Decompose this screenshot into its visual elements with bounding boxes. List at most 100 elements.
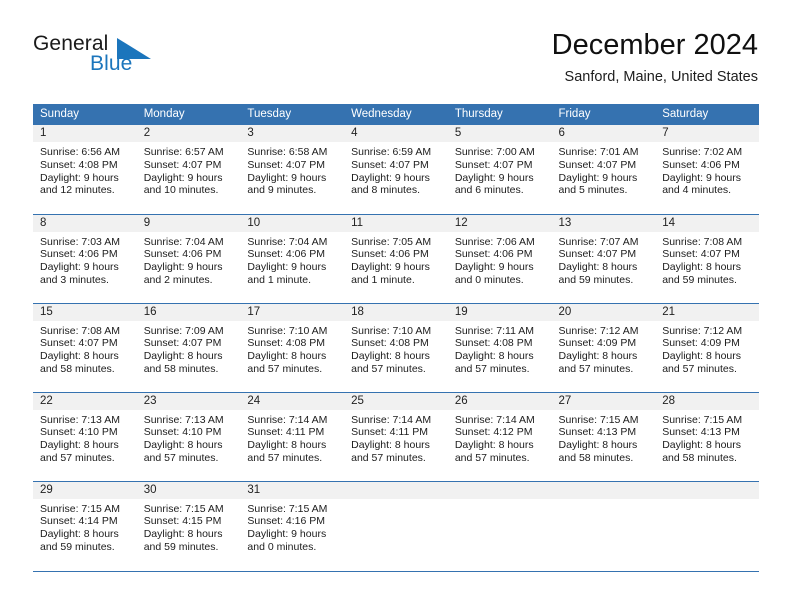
- daylight-text-line1: Daylight: 9 hours: [40, 171, 119, 184]
- day-cell[interactable]: 22 Sunrise: 7:13 AM Sunset: 4:10 PM Dayligh…: [33, 391, 137, 481]
- daylight-text-line1: Daylight: 8 hours: [143, 528, 223, 541]
- page-title: December 2024: [551, 29, 758, 61]
- day-details: Sunrise: 7:15 AM Sunset: 4:15 PM Daylight:…: [137, 499, 241, 554]
- day-cell[interactable]: 9 Sunrise: 7:04 AM Sunset: 4:06 PM Daylight…: [136, 213, 241, 303]
- day-cell[interactable]: 23 Sunrise: 7:13 AM Sunset: 4:10 PM Dayligh…: [136, 391, 241, 481]
- sunrise-text: Sunrise: 6:58 AM: [247, 146, 328, 158]
- day-details: Sunrise: 7:10 AM Sunset: 4:08 PM Daylight:…: [344, 321, 448, 376]
- day-cell[interactable]: 8 Sunrise: 7:03 AM Sunset: 4:06 PM Daylight…: [33, 213, 137, 303]
- day-cell[interactable]: 31 Sunrise: 7:15 AM Sunset: 4:16 PM Dayligh…: [240, 480, 345, 572]
- day-cell[interactable]: 25 Sunrise: 7:14 AM Sunset: 4:11 PM Dayligh…: [344, 391, 448, 481]
- day-cell[interactable]: 21 Sunrise: 7:12 AM Sunset: 4:09 PM Dayligh…: [655, 302, 759, 392]
- day-cell[interactable]: 1 Sunrise: 6:56 AM Sunset: 4:08 PM Daylight…: [33, 125, 137, 214]
- sunrise-text: Sunrise: 7:07 AM: [558, 235, 639, 248]
- day-cell[interactable]: 3 Sunrise: 6:58 AM Sunset: 4:07 PM Daylight…: [240, 125, 345, 214]
- day-cell[interactable]: 2 Sunrise: 6:57 AM Sunset: 4:07 PM Daylight…: [136, 125, 241, 214]
- day-cell[interactable]: 12 Sunrise: 7:06 AM Sunset: 4:06 PM Dayligh…: [447, 213, 552, 303]
- day-details: Sunrise: 7:14 AM Sunset: 4:12 PM Daylight:…: [448, 410, 552, 465]
- day-number: [344, 481, 448, 499]
- sunset-text: Sunset: 4:06 PM: [40, 248, 118, 261]
- sunrise-text: Sunrise: 6:56 AM: [40, 146, 120, 158]
- day-cell[interactable]: 16 Sunrise: 7:09 AM Sunset: 4:07 PM Dayligh…: [136, 302, 241, 392]
- sunset-text: Sunset: 4:07 PM: [454, 158, 533, 171]
- sunset-text: Sunset: 4:09 PM: [558, 337, 637, 350]
- day-number: 16: [136, 303, 241, 321]
- day-cell[interactable]: 14 Sunrise: 7:08 AM Sunset: 4:07 PM Dayligh…: [655, 213, 759, 303]
- daylight-text-line1: Daylight: 8 hours: [40, 439, 119, 452]
- daylight-text-line2: and 0 minutes.: [454, 273, 524, 286]
- day-number: 25: [344, 392, 448, 410]
- sunset-text: Sunset: 4:06 PM: [143, 248, 222, 261]
- weekday-header-friday: Friday: [551, 104, 656, 125]
- sunrise-text: Sunrise: 7:08 AM: [40, 324, 120, 337]
- day-details: Sunrise: 7:03 AM Sunset: 4:06 PM Daylight:…: [33, 232, 137, 287]
- weekday-header-saturday: Saturday: [655, 104, 759, 125]
- day-cell[interactable]: 19 Sunrise: 7:11 AM Sunset: 4:08 PM Dayligh…: [447, 302, 552, 392]
- day-number: 24: [240, 392, 345, 410]
- sunset-text: Sunset: 4:07 PM: [40, 337, 118, 350]
- sunrise-text: Sunrise: 6:59 AM: [351, 146, 432, 158]
- day-details: Sunrise: 7:05 AM Sunset: 4:06 PM Daylight:…: [344, 232, 448, 287]
- sunrise-text: Sunrise: 7:12 AM: [662, 324, 743, 337]
- daylight-text-line2: and 3 minutes.: [40, 273, 109, 286]
- sunrise-text: Sunrise: 7:13 AM: [143, 413, 224, 426]
- day-cell[interactable]: 15 Sunrise: 7:08 AM Sunset: 4:07 PM Dayligh…: [33, 302, 137, 392]
- sunset-text: Sunset: 4:08 PM: [351, 337, 429, 350]
- daylight-text-line1: Daylight: 9 hours: [558, 171, 638, 184]
- calendar-page: General Blue December 2024 Sanford, Main…: [0, 0, 792, 612]
- daylight-text-line1: Daylight: 8 hours: [247, 350, 327, 363]
- sunset-text: Sunset: 4:08 PM: [40, 158, 118, 171]
- weekday-header-monday: Monday: [136, 104, 241, 125]
- day-details: Sunrise: 7:08 AM Sunset: 4:07 PM Daylight:…: [655, 232, 759, 287]
- sunset-text: Sunset: 4:07 PM: [143, 337, 222, 350]
- day-details: Sunrise: 7:12 AM Sunset: 4:09 PM Daylight:…: [552, 321, 656, 376]
- day-cell[interactable]: 10 Sunrise: 7:04 AM Sunset: 4:06 PM Dayligh…: [240, 213, 345, 303]
- sunset-text: Sunset: 4:06 PM: [454, 248, 533, 261]
- daylight-text-line1: Daylight: 8 hours: [662, 439, 742, 452]
- daylight-text-line2: and 58 minutes.: [40, 362, 115, 375]
- daylight-text-line2: and 57 minutes.: [351, 451, 426, 464]
- daylight-text-line2: and 1 minute.: [351, 273, 415, 286]
- day-cell[interactable]: 29 Sunrise: 7:15 AM Sunset: 4:14 PM Dayligh…: [33, 480, 137, 572]
- day-cell[interactable]: 6 Sunrise: 7:01 AM Sunset: 4:07 PM Daylight…: [551, 125, 656, 214]
- day-cell[interactable]: 26 Sunrise: 7:14 AM Sunset: 4:12 PM Dayligh…: [447, 391, 552, 481]
- day-cell[interactable]: 28 Sunrise: 7:15 AM Sunset: 4:13 PM Dayligh…: [655, 391, 759, 481]
- day-number: 22: [33, 392, 137, 410]
- sunset-text: Sunset: 4:07 PM: [662, 248, 740, 261]
- daylight-text-line1: Daylight: 9 hours: [454, 171, 534, 184]
- day-details: Sunrise: 7:15 AM Sunset: 4:16 PM Daylight:…: [240, 499, 344, 554]
- weekday-header-row: Sunday Monday Tuesday Wednesday Thursday…: [33, 104, 759, 125]
- daylight-text-line1: Daylight: 8 hours: [143, 350, 223, 363]
- day-cell[interactable]: 24 Sunrise: 7:14 AM Sunset: 4:11 PM Dayligh…: [240, 391, 345, 481]
- sunrise-text: Sunrise: 7:14 AM: [351, 413, 432, 426]
- day-cell[interactable]: 27 Sunrise: 7:15 AM Sunset: 4:13 PM Dayligh…: [551, 391, 656, 481]
- daylight-text-line1: Daylight: 8 hours: [40, 528, 119, 541]
- daylight-text-line2: and 57 minutes.: [247, 451, 323, 464]
- calendar-header: Sunday Monday Tuesday Wednesday Thursday…: [33, 104, 759, 125]
- daylight-text-line1: Daylight: 8 hours: [454, 439, 534, 452]
- day-cell[interactable]: 13 Sunrise: 7:07 AM Sunset: 4:07 PM Dayligh…: [551, 213, 656, 303]
- day-cell[interactable]: 4 Sunrise: 6:59 AM Sunset: 4:07 PM Daylight…: [344, 125, 448, 214]
- sunset-text: Sunset: 4:08 PM: [247, 337, 326, 350]
- day-number: 10: [240, 214, 345, 232]
- sunrise-text: Sunrise: 7:11 AM: [454, 324, 534, 337]
- sunrise-text: Sunrise: 7:04 AM: [247, 235, 328, 248]
- day-cell[interactable]: 11 Sunrise: 7:05 AM Sunset: 4:06 PM Dayligh…: [344, 213, 448, 303]
- day-cell[interactable]: 18 Sunrise: 7:10 AM Sunset: 4:08 PM Dayligh…: [344, 302, 448, 392]
- daylight-text-line1: Daylight: 9 hours: [247, 261, 327, 274]
- daylight-text-line1: Daylight: 8 hours: [558, 261, 638, 274]
- day-cell[interactable]: 7 Sunrise: 7:02 AM Sunset: 4:06 PM Daylight…: [655, 125, 759, 214]
- day-cell[interactable]: 20 Sunrise: 7:12 AM Sunset: 4:09 PM Dayligh…: [551, 302, 656, 392]
- day-details: Sunrise: 7:11 AM Sunset: 4:08 PM Daylight:…: [448, 321, 552, 376]
- sunset-text: Sunset: 4:10 PM: [40, 426, 118, 439]
- daylight-text-line2: and 57 minutes.: [40, 451, 115, 464]
- brand-logo[interactable]: General Blue: [33, 33, 243, 83]
- sunrise-text: Sunrise: 7:14 AM: [454, 413, 535, 426]
- day-cell[interactable]: 5 Sunrise: 7:00 AM Sunset: 4:07 PM Daylight…: [447, 125, 552, 214]
- daylight-text-line2: and 58 minutes.: [558, 451, 634, 464]
- day-cell-empty: [551, 480, 656, 572]
- daylight-text-line2: and 59 minutes.: [143, 540, 219, 553]
- day-cell[interactable]: 17 Sunrise: 7:10 AM Sunset: 4:08 PM Dayligh…: [240, 302, 345, 392]
- sunrise-text: Sunrise: 7:15 AM: [143, 502, 224, 515]
- day-cell[interactable]: 30 Sunrise: 7:15 AM Sunset: 4:15 PM Dayligh…: [136, 480, 241, 572]
